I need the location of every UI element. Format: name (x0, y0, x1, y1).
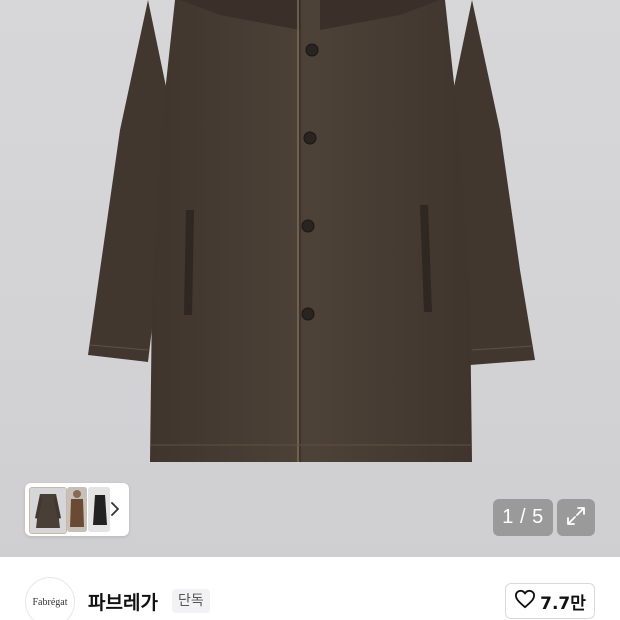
image-counter: 1 / 5 (493, 499, 553, 536)
expand-icon (565, 505, 587, 531)
brand-logo-text: Fabrégat (32, 596, 68, 608)
expand-button[interactable] (557, 499, 595, 536)
like-count: 7.7만 (540, 593, 586, 614)
thumbnail-model-wearing[interactable] (67, 487, 87, 532)
brand-name[interactable]: 파브레가 (88, 588, 158, 615)
brand-logo[interactable]: Fabrégat (25, 577, 75, 620)
heart-icon (514, 589, 536, 613)
exclusive-badge: 단독 (172, 589, 210, 613)
product-image[interactable]: 1 / 5 (0, 0, 620, 557)
like-button[interactable]: 7.7만 (505, 583, 595, 619)
product-page: 1 / 5 Fabrégat 파브레가 단독 7.7만 (0, 0, 620, 620)
thumbnail-image (35, 494, 61, 528)
chevron-right-icon[interactable] (107, 499, 123, 519)
brand-bar: Fabrégat 파브레가 단독 7.7만 (0, 557, 620, 620)
coat-illustration (88, 0, 535, 462)
thumbnail-image (67, 487, 87, 532)
thumbnail-strip (25, 483, 129, 536)
thumbnail-coat-front[interactable] (29, 487, 67, 534)
